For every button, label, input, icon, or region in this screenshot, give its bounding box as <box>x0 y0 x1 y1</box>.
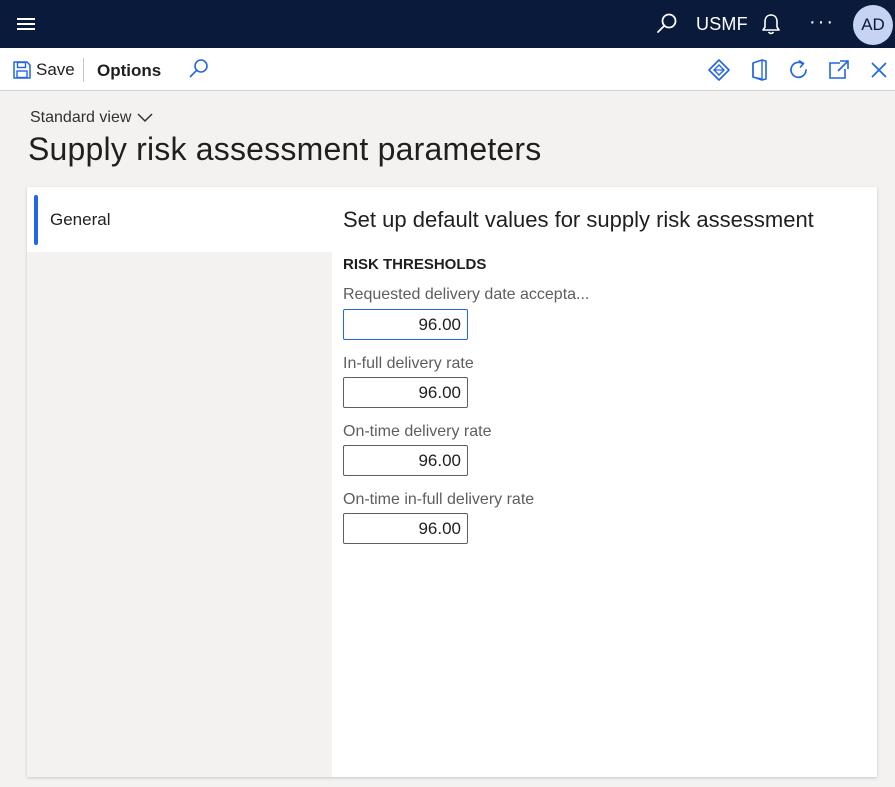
vertical-tab-list: General <box>27 187 332 777</box>
top-navigation-bar: USMF ··· AD <box>0 0 895 48</box>
parameters-card: General Set up default values for supply… <box>27 187 877 777</box>
tab-general-label: General <box>50 210 111 229</box>
office-icon[interactable] <box>747 58 771 82</box>
on-time-in-full-delivery-rate-label: On-time in-full delivery rate <box>343 491 535 508</box>
section-heading: Set up default values for supply risk as… <box>343 207 814 232</box>
group-heading: RISK THRESHOLDS <box>343 256 487 273</box>
requested-delivery-date-input[interactable] <box>343 309 468 340</box>
save-button[interactable]: Save <box>12 58 75 82</box>
view-label: Standard view <box>30 109 132 126</box>
selected-tab-indicator <box>34 195 38 245</box>
company-picker[interactable]: USMF <box>696 14 748 35</box>
tab-general[interactable]: General <box>27 187 332 252</box>
on-time-delivery-rate-input[interactable] <box>343 445 468 476</box>
view-selector[interactable]: Standard view <box>30 109 153 127</box>
power-apps-icon[interactable] <box>707 58 731 82</box>
page-title: Supply risk assessment parameters <box>28 131 542 167</box>
action-pane: Save Options <box>0 48 895 91</box>
action-divider <box>83 58 84 82</box>
requested-delivery-date-label: Requested delivery date accepta... <box>343 286 590 303</box>
hamburger-menu-icon[interactable] <box>14 14 40 34</box>
options-tab[interactable]: Options <box>97 61 161 81</box>
on-time-delivery-rate-label: On-time delivery rate <box>343 423 492 440</box>
in-full-delivery-rate-input[interactable] <box>343 377 468 408</box>
search-icon[interactable] <box>655 12 679 36</box>
save-label: Save <box>36 60 75 79</box>
close-icon[interactable] <box>867 58 891 82</box>
refresh-icon[interactable] <box>787 58 811 82</box>
action-search-icon[interactable] <box>188 58 210 85</box>
on-time-in-full-delivery-rate-input[interactable] <box>343 513 468 544</box>
in-full-delivery-rate-label: In-full delivery rate <box>343 355 474 372</box>
open-in-new-window-icon[interactable] <box>827 58 851 82</box>
chevron-down-icon <box>137 113 153 123</box>
notifications-bell-icon[interactable] <box>760 12 782 36</box>
user-avatar[interactable]: AD <box>853 5 893 45</box>
save-icon <box>13 61 31 79</box>
more-options-button[interactable]: ··· <box>809 12 835 32</box>
